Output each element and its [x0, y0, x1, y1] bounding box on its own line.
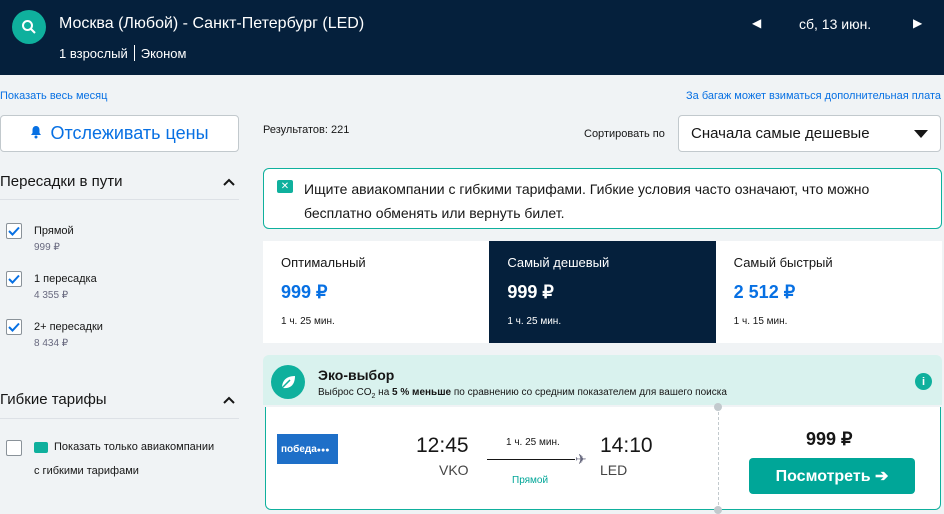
- sort-value: Сначала самые дешевые: [691, 125, 870, 142]
- info-icon[interactable]: i: [915, 373, 932, 390]
- divider: [0, 199, 239, 200]
- search-header: Москва (Любой) - Санкт-Петербург (LED) 1…: [0, 0, 944, 75]
- depart-time: 12:45: [416, 434, 469, 457]
- eco-title: Эко-выбор: [318, 367, 395, 383]
- divider-dot: [714, 506, 722, 514]
- divider: [133, 45, 135, 61]
- tab-optimal[interactable]: Оптимальный 999 ₽ 1 ч. 25 мин.: [263, 241, 489, 343]
- tab-label: Оптимальный: [281, 255, 366, 270]
- cabin-class: Эконом: [140, 45, 187, 61]
- arrive-airport: LED: [600, 462, 628, 478]
- selected-date[interactable]: сб, 13 июн.: [799, 16, 871, 32]
- passengers: 1 взрослый: [59, 45, 128, 61]
- divider: [0, 418, 239, 419]
- stops-label: Прямой: [512, 475, 549, 486]
- stops-filter-header[interactable]: Пересадки в пути: [0, 173, 239, 190]
- search-meta[interactable]: 1 взрослый Эконом: [59, 45, 186, 61]
- prev-date-icon[interactable]: ◀: [752, 16, 761, 30]
- flex-ticket-icon: [34, 441, 48, 453]
- caret-down-icon: [914, 129, 928, 138]
- tab-fastest[interactable]: Самый быстрый 2 512 ₽ 1 ч. 15 мин.: [716, 241, 942, 343]
- flex-option-label-cont: с гибкими тарифами: [34, 465, 139, 477]
- checkbox-direct[interactable]: [6, 223, 22, 239]
- check-icon: [8, 322, 20, 332]
- check-icon: [8, 226, 20, 236]
- stop-option-price: 4 355 ₽: [34, 290, 69, 301]
- tab-label: Самый быстрый: [733, 255, 833, 270]
- flex-fares-option: Показать только авиакомпании: [34, 441, 214, 453]
- eco-desc-prefix: Выброс CO: [318, 387, 372, 398]
- sort-label: Сортировать по: [584, 128, 665, 140]
- stop-option-price: 999 ₽: [34, 242, 60, 253]
- depart-airport: VKO: [439, 462, 469, 478]
- chevron-up-icon: [223, 396, 235, 404]
- flex-fares-title: Гибкие тарифы: [0, 391, 107, 408]
- stop-option-label: Прямой: [34, 225, 74, 237]
- arrive-time: 14:10: [600, 434, 653, 457]
- search-icon[interactable]: [12, 10, 46, 44]
- checkbox-one-stop[interactable]: [6, 271, 22, 287]
- check-icon: [8, 274, 20, 284]
- tab-price: 999 ₽: [281, 282, 328, 302]
- banner-text: Ищите авиакомпании с гибкими тарифами. Г…: [304, 181, 870, 221]
- flight-price: 999 ₽: [806, 429, 853, 449]
- stop-option-label: 2+ пересадки: [34, 321, 103, 333]
- tab-duration: 1 ч. 25 мин.: [507, 316, 562, 327]
- stops-filter-title: Пересадки в пути: [0, 173, 123, 190]
- eco-description: Выброс CO2 на 5 % меньше по сравнению со…: [318, 387, 727, 400]
- tab-cheapest[interactable]: Самый дешевый 999 ₽ 1 ч. 25 мин.: [489, 241, 716, 343]
- route-line: [487, 459, 575, 460]
- airline-logo-text: победа: [281, 444, 317, 455]
- flex-ticket-icon: ✕: [277, 180, 293, 193]
- stop-option-label: 1 пересадка: [34, 273, 97, 285]
- track-prices-label: Отслеживать цены: [50, 123, 209, 143]
- route-title[interactable]: Москва (Любой) - Санкт-Петербург (LED): [59, 15, 364, 33]
- next-date-icon[interactable]: ▶: [913, 16, 922, 30]
- flex-info-banner: ✕ Ищите авиакомпании с гибкими тарифами.…: [263, 168, 942, 229]
- divider: [718, 407, 719, 510]
- chevron-up-icon: [223, 178, 235, 186]
- bell-icon: [30, 123, 42, 144]
- track-prices-button[interactable]: Отслеживать цены: [0, 115, 239, 152]
- baggage-fee-link[interactable]: За багаж может взиматься дополнительная …: [686, 90, 941, 102]
- tab-price: 2 512 ₽: [733, 282, 796, 302]
- tab-label: Самый дешевый: [507, 255, 610, 270]
- sort-tabs: Оптимальный 999 ₽ 1 ч. 25 мин. Самый деш…: [263, 241, 942, 343]
- tab-duration: 1 ч. 25 мин.: [281, 316, 335, 327]
- flex-fares-filter-header[interactable]: Гибкие тарифы: [0, 391, 239, 408]
- flight-duration: 1 ч. 25 мин.: [506, 437, 560, 448]
- checkbox-two-plus-stops[interactable]: [6, 319, 22, 335]
- view-deal-button[interactable]: Посмотреть ➔: [749, 458, 915, 494]
- tab-duration: 1 ч. 15 мин.: [733, 316, 788, 327]
- leaf-icon: [271, 365, 305, 399]
- eco-desc-bold: 5 % меньше: [392, 387, 452, 398]
- show-month-link[interactable]: Показать весь месяц: [0, 90, 107, 102]
- airline-logo: победа●●●: [277, 434, 338, 464]
- eco-choice-banner: Эко-выбор Выброс CO2 на 5 % меньше по ср…: [263, 355, 942, 405]
- checkbox-flex-fares[interactable]: [6, 440, 22, 456]
- flight-card[interactable]: победа●●● 12:45 VKO 1 ч. 25 мин. ✈ Прямо…: [265, 403, 941, 514]
- flex-option-label: Показать только авиакомпании: [54, 441, 215, 453]
- results-count: Результатов: 221: [263, 124, 350, 136]
- sort-select[interactable]: Сначала самые дешевые: [678, 115, 941, 152]
- eco-desc-mid: на: [375, 387, 393, 398]
- eco-desc-suffix: по сравнению со средним показателем для …: [451, 387, 727, 398]
- stop-option-price: 8 434 ₽: [34, 338, 69, 349]
- divider-dot: [714, 403, 722, 411]
- plane-icon: ✈: [575, 451, 587, 467]
- tab-price: 999 ₽: [507, 282, 554, 302]
